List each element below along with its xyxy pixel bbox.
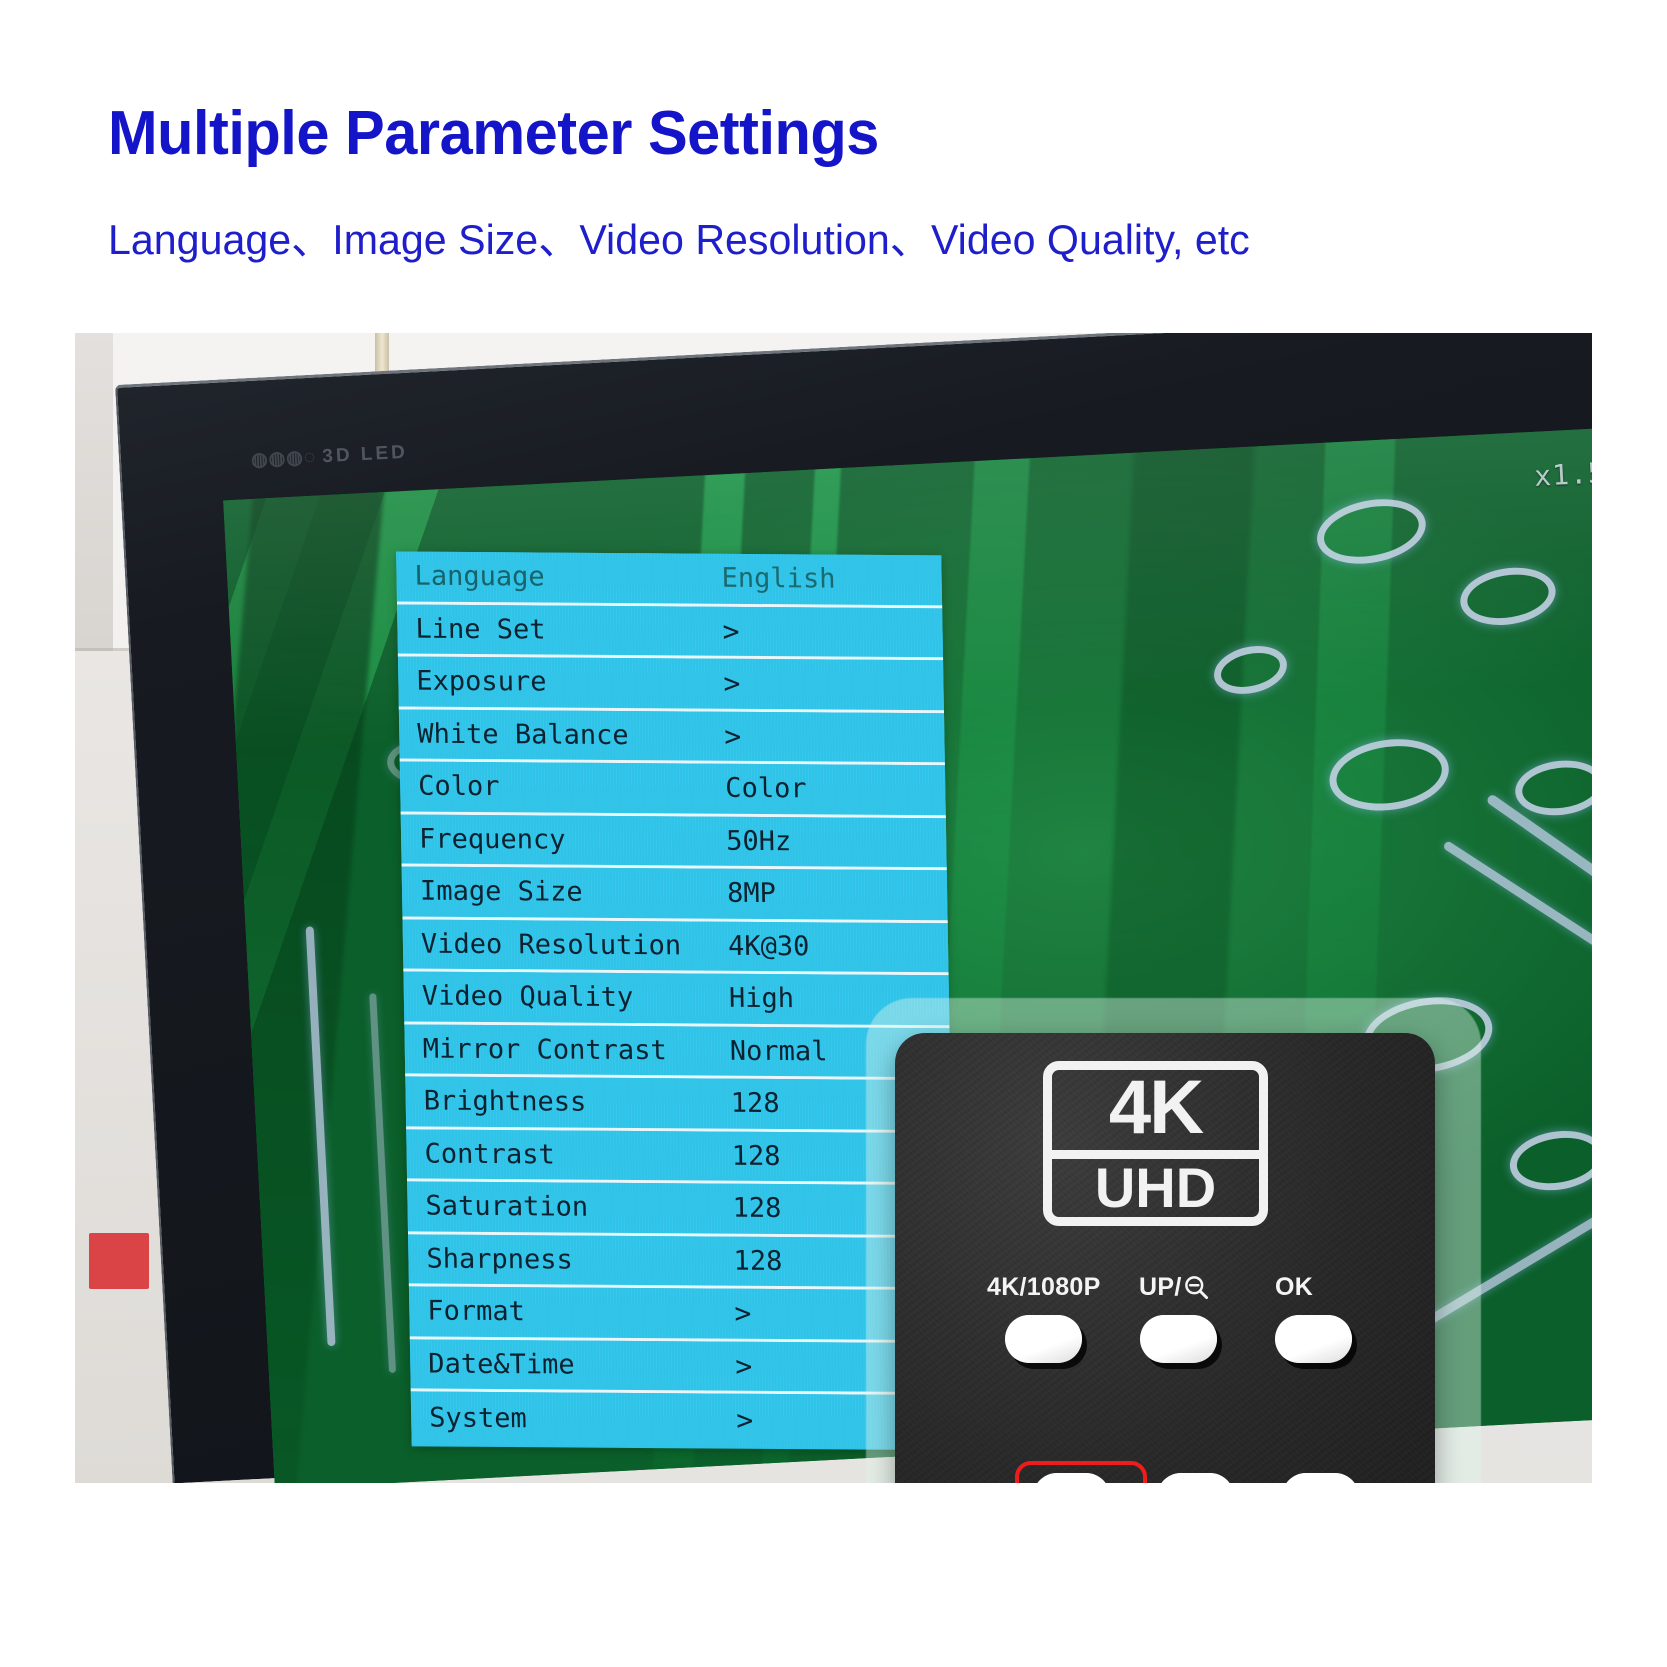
osd-row-color[interactable]: Color Color (399, 761, 946, 818)
wall-stripe (75, 333, 113, 653)
osd-row-language[interactable]: Language English (396, 551, 943, 608)
osd-value: Normal (729, 1035, 828, 1068)
osd-label: Image Size (419, 875, 583, 908)
button-down-zoom-in[interactable] (1157, 1473, 1234, 1483)
button-4k-1080p[interactable] (1005, 1315, 1082, 1363)
osd-label: White Balance (417, 718, 629, 751)
button-up-zoom-out[interactable] (1140, 1315, 1217, 1363)
osd-value: 128 (730, 1087, 780, 1120)
tv-brand-label: ◍◍◍◌ 3D LED (251, 441, 409, 472)
button-mode-capture[interactable] (1282, 1473, 1359, 1483)
osd-label: Line Set (415, 613, 546, 646)
osd-row-image-size[interactable]: Image Size 8MP (401, 866, 948, 923)
osd-value: 8MP (726, 877, 777, 910)
osd-value: 128 (732, 1192, 782, 1225)
button-label-4k-1080p: 4K/1080P (987, 1273, 1101, 1301)
osd-row-frequency[interactable]: Frequency 50Hz (400, 813, 947, 871)
osd-label: System (428, 1402, 528, 1434)
page-subtitle: Language、Image Size、Video Resolution、Vid… (108, 216, 1250, 263)
tv-brand-text: 3D LED (321, 441, 409, 468)
osd-label: Language (414, 560, 545, 593)
osd-value-chevron-right-icon: > (722, 614, 740, 648)
button-label-up-text: UP/ (1139, 1273, 1182, 1301)
osd-label: Sharpness (426, 1243, 574, 1276)
osd-label: Color (417, 770, 500, 803)
logo-4k-text: 4K (1052, 1070, 1259, 1159)
osd-value: High (728, 982, 795, 1015)
red-object (89, 1233, 149, 1289)
osd-value: 50Hz (725, 825, 792, 857)
osd-row-video-resolution[interactable]: Video Resolution 4K@30 (402, 918, 949, 976)
osd-value-chevron-right-icon: > (736, 1403, 754, 1437)
zoom-level-indicator: x1.5 (1533, 456, 1592, 493)
osd-value: 128 (731, 1140, 781, 1172)
osd-value-chevron-right-icon: > (734, 1296, 752, 1331)
osd-label: Contrast (424, 1138, 555, 1171)
osd-value: 4K@30 (727, 930, 810, 963)
osd-label: Format (427, 1295, 526, 1328)
osd-value: English (721, 563, 836, 595)
osd-label: Video Resolution (420, 928, 682, 962)
osd-row-white-balance[interactable]: White Balance > (398, 708, 945, 766)
camera-module: 4K UHD 4K/1080P UP/ OK (895, 1033, 1435, 1483)
osd-label: Frequency (418, 823, 566, 856)
page-title: Multiple Parameter Settings (108, 99, 879, 168)
osd-row-exposure[interactable]: Exposure > (397, 656, 944, 713)
tv-logo-mark: ◍◍◍◌ (250, 446, 323, 471)
osd-row-line-set[interactable]: Line Set > (397, 604, 944, 661)
osd-label: Date&Time (428, 1348, 575, 1381)
osd-label: Exposure (416, 665, 547, 698)
osd-label: Saturation (425, 1190, 589, 1223)
osd-label: Video Quality (421, 980, 634, 1014)
osd-label: Mirror Contrast (422, 1033, 667, 1067)
product-photo: ◍◍◍◌ 3D LED x1.5 Language English Line S… (75, 333, 1592, 1483)
osd-value: Color (725, 773, 807, 805)
button-label-up-zoom-out: UP/ (1139, 1273, 1210, 1302)
osd-value-chevron-right-icon: > (735, 1349, 753, 1383)
zoom-out-icon (1184, 1276, 1208, 1300)
button-label-ok: OK (1275, 1273, 1314, 1301)
osd-value-chevron-right-icon: > (724, 719, 742, 753)
button-ok[interactable] (1275, 1315, 1352, 1363)
osd-row-video-quality[interactable]: Video Quality High (403, 971, 950, 1028)
osd-value: 128 (733, 1245, 783, 1277)
logo-uhd-text: UHD (1094, 1156, 1217, 1219)
osd-label: Brightness (423, 1085, 587, 1118)
4k-uhd-logo: 4K UHD (1043, 1061, 1268, 1226)
page-root: Multiple Parameter Settings Language、Ima… (0, 0, 1667, 1667)
osd-value-chevron-right-icon: > (723, 667, 741, 701)
